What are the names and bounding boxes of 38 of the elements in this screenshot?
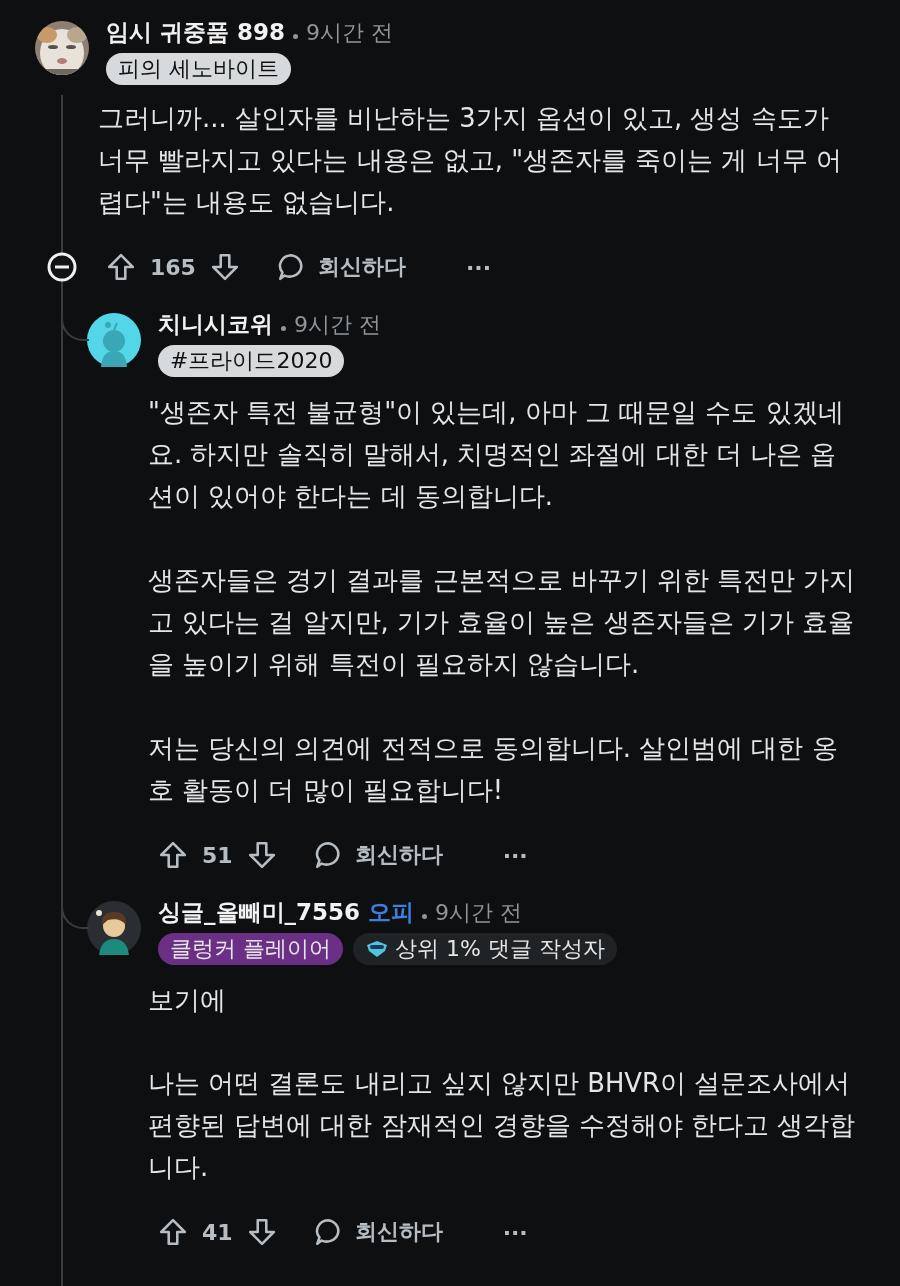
comment-text: 보기에: [148, 984, 227, 1017]
user-flair: 클렁커 플레이어: [158, 933, 343, 965]
comment-text: 나는 어떤 결론도 내리고 싶지 않지만 BHVR이 설문조사에서 편향된 답변에 대한 잠재적인 경향을 수정해야 한다고 생각합니다.: [148, 1067, 856, 1184]
downvote-icon[interactable]: [209, 252, 240, 282]
upvote-icon[interactable]: [158, 840, 188, 870]
user-flair: 피의 세노바이트: [106, 53, 291, 85]
separator-dot: [293, 33, 299, 39]
vote-count: 41: [202, 1219, 233, 1245]
comment-text: 그러니까... 살인자를 비난하는 3가지 옵션이 있고, 생성 속도가 너무 빨라지고 있다는 내용은 없고, "생존자를 죽이는 게 너무 어렵다"는 내용도 없습니다.: [98, 102, 843, 219]
separator-dot: [422, 913, 427, 919]
comment-text: "생존자 특전 불균형"이 있는데, 아마 그 때문일 수도 있겠네요. 하지만 솔직히 말해서, 치명적인 좌절에 대한 더 나은 옵션이 있어야 한다는 데 동의합니다.: [148, 396, 845, 513]
comment-text: 저는 당신의 의견에 전적으로 동의합니다. 살인범에 대한 옹호 활동이 더 많이 필요합니다!: [148, 732, 839, 807]
avatar-icon: [87, 313, 141, 367]
downvote-icon[interactable]: [246, 840, 277, 870]
username[interactable]: 싱글_올빼미_7556: [158, 897, 360, 928]
timestamp: 9시간 전: [294, 311, 381, 339]
username[interactable]: 임시 귀중품 898: [106, 17, 286, 48]
collapse-icon[interactable]: [46, 251, 78, 283]
more-button[interactable]: ···: [502, 1219, 528, 1245]
comment-text: 생존자들은 경기 결과를 근본적으로 바꾸기 위한 특전만 가지고 있다는 걸 알지만, 기가 효율이 높은 생존자들은 기가 효율을 높이기 위해 특전이 필요하지 않습니다.: [148, 564, 856, 681]
avatar-icon: [87, 901, 141, 955]
timestamp: 9시간 전: [306, 19, 394, 47]
timestamp: 9시간 전: [435, 899, 522, 927]
user-flair: 상위 1% 댓글 작성자: [353, 933, 617, 965]
more-button[interactable]: ···: [465, 254, 491, 280]
op-label: 오피: [368, 898, 414, 927]
upvote-icon[interactable]: [106, 252, 136, 282]
vote-count: 51: [202, 842, 233, 868]
reply-button[interactable]: 회신하다: [312, 840, 443, 870]
upvote-icon[interactable]: [158, 1217, 188, 1247]
vote-count: 165: [150, 254, 196, 280]
separator-dot: [281, 325, 286, 331]
downvote-icon[interactable]: [246, 1217, 277, 1247]
more-button[interactable]: ···: [502, 842, 528, 868]
reply-button[interactable]: 회신하다: [275, 252, 406, 282]
username[interactable]: 치니시코위: [158, 309, 273, 340]
reply-button[interactable]: 회신하다: [312, 1217, 443, 1247]
user-flair: #프라이드2020: [158, 345, 345, 377]
